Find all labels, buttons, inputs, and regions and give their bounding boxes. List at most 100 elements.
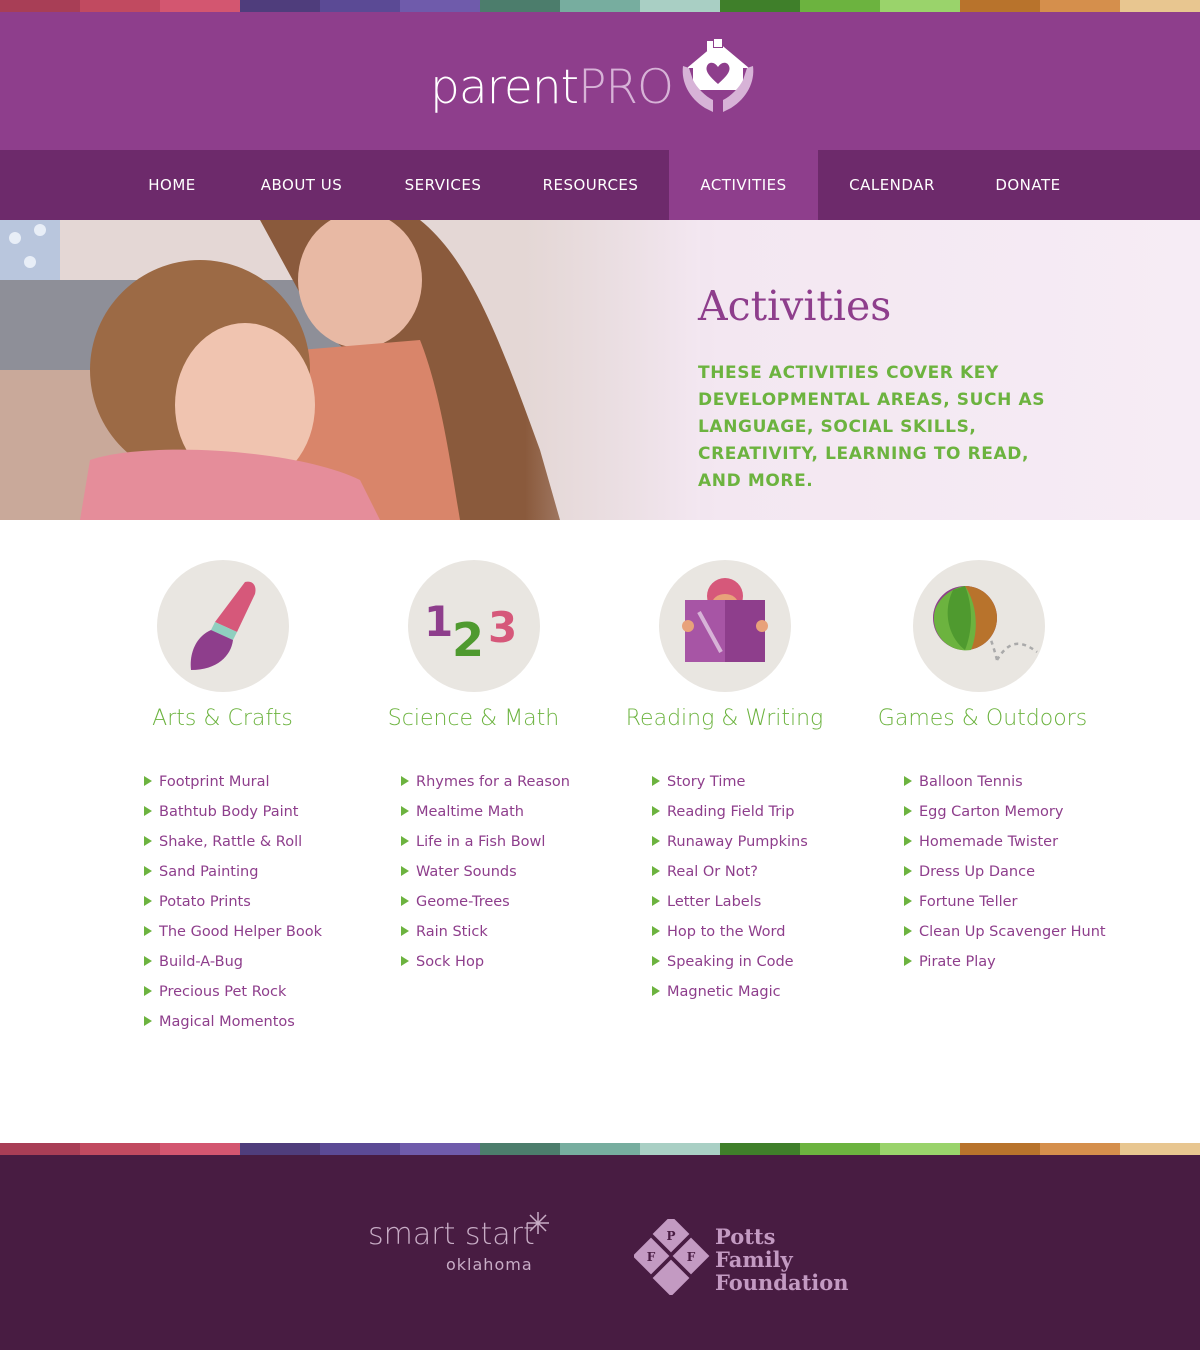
activity-link[interactable]: Shake, Rattle & Roll <box>144 831 322 861</box>
smart-start-subtitle: oklahoma <box>446 1255 533 1274</box>
activity-link[interactable]: Magical Momentos <box>144 1011 322 1041</box>
stripe-segment <box>480 0 560 12</box>
stripe-segment <box>560 0 640 12</box>
hero-subtitle: THESE ACTIVITIES COVER KEY DEVELOPMENTAL… <box>698 363 1046 491</box>
bullet-arrow-icon <box>401 836 409 846</box>
activity-link[interactable]: Fortune Teller <box>904 891 1106 921</box>
bullet-arrow-icon <box>652 986 660 996</box>
activity-link[interactable]: Sock Hop <box>401 951 570 981</box>
bullet-arrow-icon <box>652 836 660 846</box>
bullet-arrow-icon <box>144 986 152 996</box>
bullet-arrow-icon <box>144 956 152 966</box>
stripe-segment <box>960 0 1040 12</box>
hero-banner: Activities THESE ACTIVITIES COVER KEY DE… <box>0 220 1200 520</box>
stripe-segment <box>160 1143 240 1155</box>
activity-link[interactable]: Build-A-Bug <box>144 951 322 981</box>
activity-link[interactable]: Real Or Not? <box>652 861 808 891</box>
bullet-arrow-icon <box>144 836 152 846</box>
activity-link[interactable]: Life in a Fish Bowl <box>401 831 570 861</box>
nav-calendar[interactable]: CALENDAR <box>818 150 966 220</box>
bullet-arrow-icon <box>652 776 660 786</box>
stripe-segment <box>80 1143 160 1155</box>
bullet-arrow-icon <box>144 776 152 786</box>
activity-link[interactable]: Potato Prints <box>144 891 322 921</box>
activity-link[interactable]: Sand Painting <box>144 861 322 891</box>
stripe-segment <box>960 1143 1040 1155</box>
page-title: Activities <box>698 282 892 330</box>
parentpro-logo[interactable]: parentPRO <box>430 38 757 128</box>
bullet-arrow-icon <box>904 806 912 816</box>
bullet-arrow-icon <box>904 866 912 876</box>
stripe-segment <box>160 0 240 12</box>
svg-text:P: P <box>666 1229 675 1243</box>
bullet-arrow-icon <box>144 866 152 876</box>
activity-link[interactable]: Mealtime Math <box>401 801 570 831</box>
bullet-arrow-icon <box>401 776 409 786</box>
activity-link[interactable]: Dress Up Dance <box>904 861 1106 891</box>
stripe-segment <box>480 1143 560 1155</box>
stripe-segment <box>0 1143 80 1155</box>
activity-link[interactable]: Balloon Tennis <box>904 771 1106 801</box>
smart-start-oklahoma-logo[interactable]: smart start oklahoma <box>368 1212 549 1274</box>
stripe-segment <box>1040 0 1120 12</box>
bullet-arrow-icon <box>401 896 409 906</box>
activity-link[interactable]: Rhymes for a Reason <box>401 771 570 801</box>
activity-link[interactable]: Bathtub Body Paint <box>144 801 322 831</box>
stripe-segment <box>880 0 960 12</box>
paintbrush-icon[interactable] <box>157 560 289 692</box>
activity-link[interactable]: Letter Labels <box>652 891 808 921</box>
category-title: Games & Outdoors <box>877 706 1088 731</box>
bullet-arrow-icon <box>652 956 660 966</box>
activity-link[interactable]: Magnetic Magic <box>652 981 808 1011</box>
stripe-segment <box>400 0 480 12</box>
bouncing-ball-icon[interactable] <box>913 560 1045 692</box>
svg-text:F: F <box>647 1250 656 1264</box>
activity-link[interactable]: Footprint Mural <box>144 771 322 801</box>
activity-list: Story Time Reading Field Trip Runaway Pu… <box>652 771 808 1011</box>
bullet-arrow-icon <box>144 806 152 816</box>
bullet-arrow-icon <box>144 896 152 906</box>
bullet-arrow-icon <box>401 806 409 816</box>
bullet-arrow-icon <box>652 896 660 906</box>
pff-diamond-monogram-icon: P F F <box>632 1215 710 1297</box>
stripe-segment <box>800 1143 880 1155</box>
nav-services[interactable]: SERVICES <box>374 150 512 220</box>
logo-text-parent: parent <box>430 60 579 115</box>
activity-link[interactable]: Hop to the Word <box>652 921 808 951</box>
activity-link[interactable]: Water Sounds <box>401 861 570 891</box>
nav-home[interactable]: HOME <box>115 150 229 220</box>
stripe-segment <box>1040 1143 1120 1155</box>
child-reading-book-icon[interactable] <box>659 560 791 692</box>
activity-list: Rhymes for a Reason Mealtime Math Life i… <box>401 771 570 981</box>
activity-link[interactable]: Story Time <box>652 771 808 801</box>
nav-about-us[interactable]: ABOUT US <box>229 150 374 220</box>
svg-text:1: 1 <box>424 597 453 646</box>
nav-donate[interactable]: DONATE <box>966 150 1090 220</box>
bullet-arrow-icon <box>652 806 660 816</box>
activity-link[interactable]: Homemade Twister <box>904 831 1106 861</box>
stripe-segment <box>560 1143 640 1155</box>
bullet-arrow-icon <box>652 866 660 876</box>
mother-and-daughter-photo <box>0 220 700 520</box>
stripe-segment <box>720 0 800 12</box>
activity-link[interactable]: Egg Carton Memory <box>904 801 1106 831</box>
logo-text-pro: PRO <box>578 60 674 115</box>
activity-link[interactable]: Rain Stick <box>401 921 570 951</box>
stripe-segment <box>640 0 720 12</box>
activity-link[interactable]: Clean Up Scavenger Hunt <box>904 921 1106 951</box>
activity-link[interactable]: The Good Helper Book <box>144 921 322 951</box>
activity-link[interactable]: Geome-Trees <box>401 891 570 921</box>
nav-activities[interactable]: ACTIVITIES <box>669 150 818 227</box>
activity-list: Balloon Tennis Egg Carton Memory Homemad… <box>904 771 1106 981</box>
activity-link[interactable]: Reading Field Trip <box>652 801 808 831</box>
numbers-123-icon[interactable]: 1 2 3 <box>408 560 540 692</box>
activity-link[interactable]: Precious Pet Rock <box>144 981 322 1011</box>
bullet-arrow-icon <box>904 956 912 966</box>
svg-text:F: F <box>687 1250 696 1264</box>
bullet-arrow-icon <box>144 926 152 936</box>
potts-family-foundation-logo[interactable]: P F F Potts Family Foundation <box>632 1215 849 1299</box>
nav-resources[interactable]: RESOURCES <box>512 150 669 220</box>
activity-link[interactable]: Speaking in Code <box>652 951 808 981</box>
activity-link[interactable]: Runaway Pumpkins <box>652 831 808 861</box>
activity-link[interactable]: Pirate Play <box>904 951 1106 981</box>
